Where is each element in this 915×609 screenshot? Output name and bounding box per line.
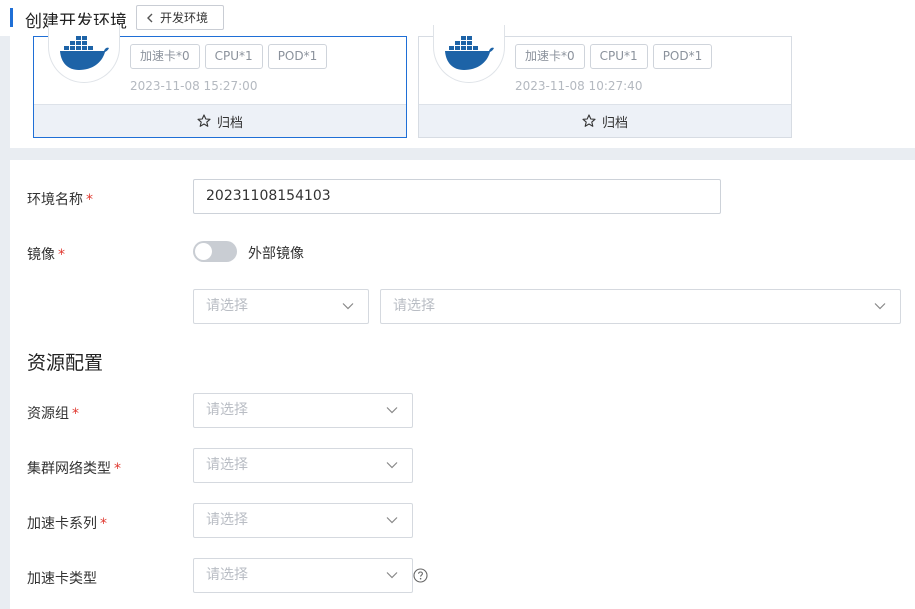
chevron-down-icon (386, 572, 398, 579)
resource-group-select[interactable]: 请选择 (193, 393, 413, 428)
section-title: 资源配置 (27, 352, 104, 374)
tag-pod: POD*1 (267, 44, 328, 69)
accel-type-label: 加速卡类型 (27, 571, 97, 587)
back-button-label: 开发环境 (160, 11, 209, 25)
help-icon[interactable] (413, 568, 428, 583)
chevron-left-icon (147, 13, 153, 22)
star-icon (582, 114, 596, 127)
tag-accelerator: 加速卡*0 (515, 44, 585, 69)
title-accent-bar (10, 8, 13, 27)
cluster-network-select[interactable]: 请选择 (193, 448, 413, 483)
environment-cards: 加速卡*0 CPU*1 POD*1 2023-11-08 15:27:00 归档… (10, 25, 915, 148)
docker-icon (60, 35, 109, 70)
chevron-down-icon (342, 303, 354, 310)
tag-cpu: CPU*1 (204, 44, 263, 69)
resource-tags: 加速卡*0 CPU*1 POD*1 (515, 44, 713, 69)
image-repo-select[interactable]: 请选择 (193, 289, 369, 324)
select-placeholder: 请选择 (206, 402, 248, 418)
select-placeholder: 请选择 (206, 567, 248, 583)
back-button[interactable]: 开发环境 (136, 5, 224, 30)
resource-tags: 加速卡*0 CPU*1 POD*1 (130, 44, 328, 69)
archive-label: 归档 (216, 115, 243, 131)
environment-card[interactable]: 加速卡*0 CPU*1 POD*1 2023-11-08 15:27:00 归档 (33, 25, 407, 138)
image-label: 镜像 * (27, 247, 65, 263)
archive-button[interactable]: 归档 (34, 104, 406, 137)
environment-card[interactable]: 加速卡*0 CPU*1 POD*1 2023-11-08 10:27:40 归档 (418, 25, 792, 138)
avatar (48, 25, 120, 83)
select-placeholder: 请选择 (206, 298, 248, 314)
accel-type-select[interactable]: 请选择 (193, 558, 413, 593)
image-tag-select[interactable]: 请选择 (380, 289, 901, 324)
accel-series-select[interactable]: 请选择 (193, 503, 413, 538)
chevron-down-icon (386, 517, 398, 524)
archive-label: 归档 (601, 115, 628, 131)
chevron-down-icon (874, 303, 886, 310)
tag-pod: POD*1 (652, 44, 713, 69)
tag-accelerator: 加速卡*0 (130, 44, 200, 69)
create-env-form: 环境名称 * 20231108154103 镜像 * 外部镜像 请选择 请选择 资源… (10, 160, 915, 609)
star-icon (197, 114, 211, 127)
accel-series-label: 加速卡系列 * (27, 516, 107, 532)
external-image-label: 外部镜像 (248, 246, 304, 262)
env-name-input[interactable]: 20231108154103 (193, 179, 721, 214)
select-placeholder: 请选择 (206, 457, 248, 473)
env-name-label: 环境名称 * (27, 192, 93, 208)
created-time: 2023-11-08 10:27:40 (515, 79, 643, 93)
avatar (433, 25, 505, 83)
cluster-network-label: 集群网络类型 * (27, 461, 121, 477)
archive-button[interactable]: 归档 (419, 104, 791, 137)
select-placeholder: 请选择 (393, 298, 435, 314)
created-time: 2023-11-08 15:27:00 (130, 79, 258, 93)
toggle-knob (195, 243, 212, 260)
tag-cpu: CPU*1 (589, 44, 648, 69)
docker-icon (445, 35, 494, 70)
chevron-down-icon (386, 407, 398, 414)
resource-group-label: 资源组 * (27, 406, 79, 422)
select-placeholder: 请选择 (206, 512, 248, 528)
chevron-down-icon (386, 462, 398, 469)
external-image-toggle[interactable] (193, 241, 237, 262)
